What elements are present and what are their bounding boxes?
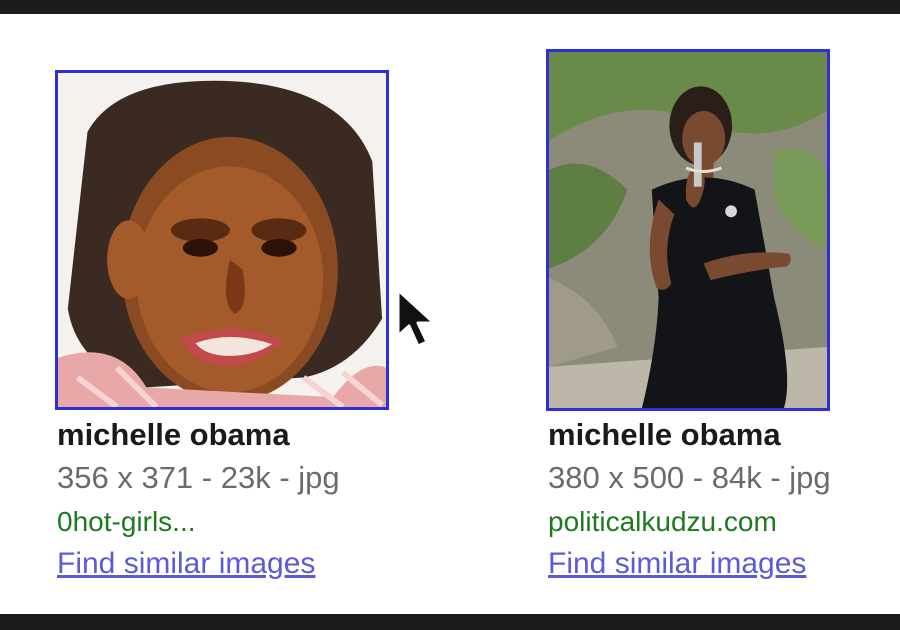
result-2-image	[549, 52, 827, 408]
result-1-image	[58, 73, 386, 407]
result-1-find-similar-link[interactable]: Find similar images	[57, 549, 315, 579]
result-2-domain: politicalkudzu.com	[548, 506, 777, 537]
result-1-thumbnail[interactable]	[55, 70, 389, 410]
top-border	[0, 0, 900, 14]
mouse-pointer-icon	[396, 288, 436, 348]
result-2-thumbnail[interactable]	[546, 49, 830, 411]
bottom-border	[0, 614, 900, 630]
result-1-domain: 0hot-girls...	[57, 506, 196, 537]
result-2-find-similar-link[interactable]: Find similar images	[548, 549, 806, 579]
result-1-title: michelle obama	[57, 417, 290, 452]
image-results-view: michelle obama 356 x 371 - 23k - jpg 0ho…	[0, 0, 900, 630]
result-1-meta: 356 x 371 - 23k - jpg	[57, 460, 340, 495]
result-2-title: michelle obama	[548, 417, 781, 452]
result-2-meta: 380 x 500 - 84k - jpg	[548, 460, 831, 495]
